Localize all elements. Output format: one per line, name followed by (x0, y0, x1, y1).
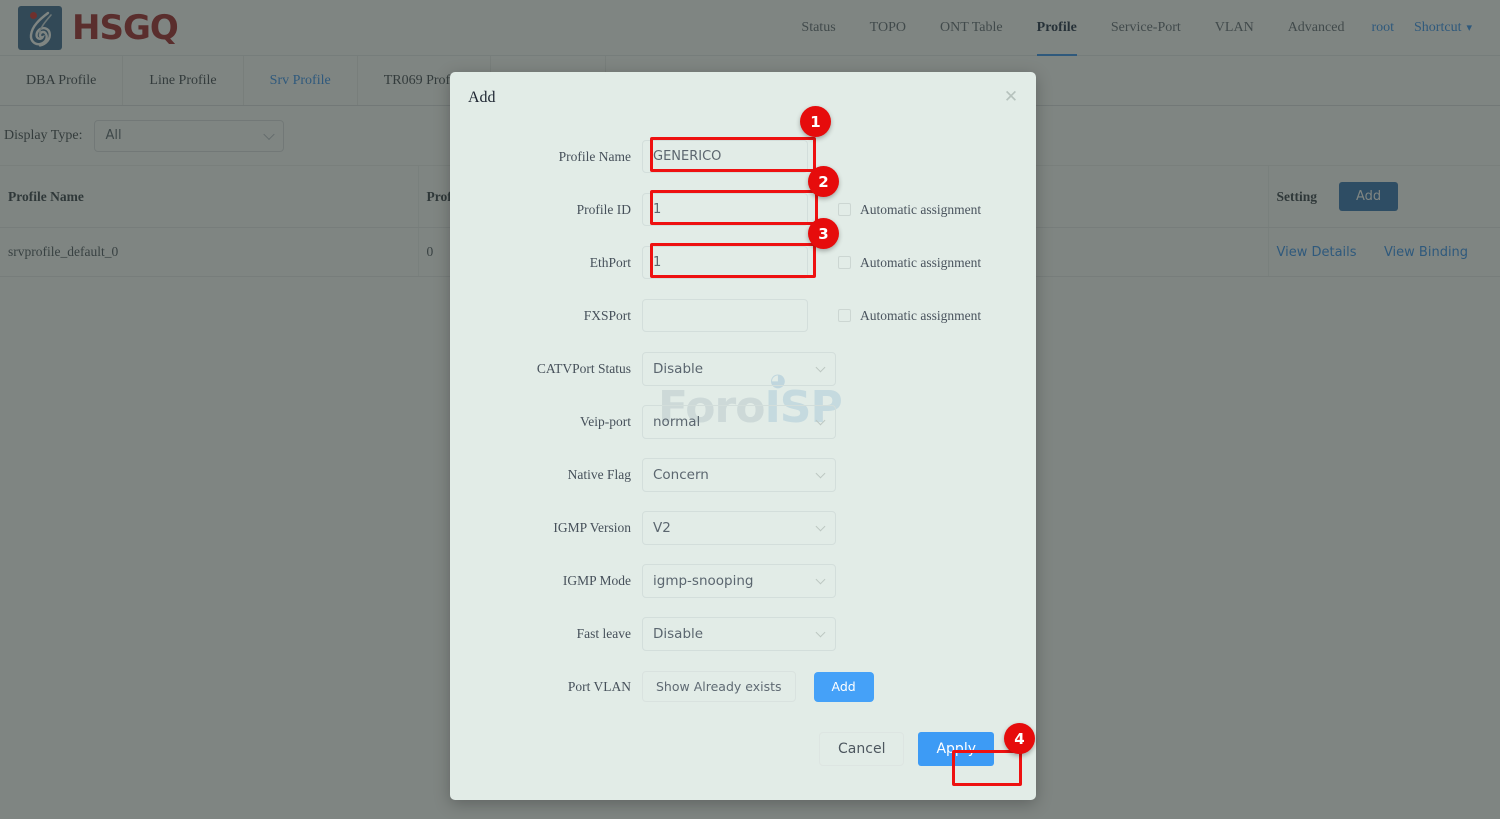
label-profile-name: Profile Name (558, 148, 631, 164)
igmp-version-value: V2 (653, 519, 671, 536)
profile-id-auto-assign-checkbox[interactable]: Automatic assignment (838, 202, 981, 218)
chevron-down-icon (815, 362, 826, 372)
veip-port-select[interactable]: normal (642, 404, 836, 439)
ethport-auto-assign-checkbox[interactable]: Automatic assignment (838, 255, 981, 271)
label-native-flag: Native Flag (567, 466, 631, 482)
control-ethport (642, 246, 808, 279)
profile-id-input[interactable] (642, 193, 808, 226)
profile-id-auto-assign-label: Automatic assignment (860, 201, 982, 217)
dialog-body: Profile Name Profile ID Automatic assign… (450, 124, 1036, 713)
checkbox-box-icon (838, 309, 851, 322)
fast-leave-value: Disable (653, 625, 704, 642)
fast-leave-select[interactable]: Disable (642, 616, 836, 651)
chevron-down-icon (815, 521, 826, 531)
chevron-down-icon (815, 415, 826, 425)
control-fxsport (642, 299, 808, 332)
dialog-header: Add ✕ (450, 72, 1036, 124)
label-catvport-status: CATVPort Status (536, 360, 631, 376)
label-igmp-version: IGMP Version (553, 519, 631, 535)
field-row-igmp-mode: IGMP Mode igmp-snooping (450, 554, 1036, 607)
field-row-profile-id: Profile ID Automatic assignment (450, 183, 1036, 236)
checkbox-box-icon (838, 256, 851, 269)
field-row-veip-port: Veip-port normal (450, 395, 1036, 448)
veip-port-value: normal (653, 413, 701, 430)
chevron-down-icon (815, 468, 826, 478)
checkbox-box-icon (838, 203, 851, 216)
field-row-fxsport: FXSPort Automatic assignment (450, 289, 1036, 342)
label-ethport: EthPort (589, 254, 631, 270)
label-igmp-mode: IGMP Mode (562, 572, 631, 588)
fxsport-input[interactable] (642, 299, 808, 332)
catvport-status-select[interactable]: Disable (642, 351, 836, 386)
igmp-mode-select[interactable]: igmp-snooping (642, 563, 836, 598)
label-profile-id: Profile ID (576, 201, 631, 217)
label-fast-leave: Fast leave (576, 625, 631, 641)
field-row-catvport-status: CATVPort Status Disable (450, 342, 1036, 395)
field-row-profile-name: Profile Name (450, 130, 1036, 183)
apply-button[interactable]: Apply (918, 732, 994, 766)
label-veip-port: Veip-port (580, 413, 631, 429)
field-row-fast-leave: Fast leave Disable (450, 607, 1036, 660)
native-flag-select[interactable]: Concern (642, 457, 836, 492)
igmp-mode-value: igmp-snooping (653, 572, 754, 589)
show-already-exists-button[interactable]: Show Already exists (642, 671, 796, 702)
label-fxsport: FXSPort (583, 307, 631, 323)
add-srv-profile-dialog: Add ✕ ◕ForoISP Profile Name Profile ID A… (450, 72, 1036, 800)
field-row-native-flag: Native Flag Concern (450, 448, 1036, 501)
ethport-auto-assign-label: Automatic assignment (860, 254, 982, 270)
port-vlan-add-button[interactable]: Add (813, 671, 874, 702)
ethport-input[interactable] (642, 246, 808, 279)
profile-name-input[interactable] (642, 140, 808, 173)
field-row-igmp-version: IGMP Version V2 (450, 501, 1036, 554)
cancel-button[interactable]: Cancel (819, 732, 905, 766)
close-icon[interactable]: ✕ (1000, 86, 1022, 108)
chevron-down-icon (815, 627, 826, 637)
fxsport-auto-assign-checkbox[interactable]: Automatic assignment (838, 308, 981, 324)
igmp-version-select[interactable]: V2 (642, 510, 836, 545)
dialog-footer: Cancel Apply (450, 732, 1036, 766)
label-port-vlan: Port VLAN (567, 678, 631, 694)
catvport-status-value: Disable (653, 360, 704, 377)
fxsport-auto-assign-label: Automatic assignment (860, 307, 982, 323)
field-row-port-vlan: Port VLAN Show Already exists Add (450, 660, 1036, 713)
chevron-down-icon (815, 574, 826, 584)
field-row-ethport: EthPort Automatic assignment (450, 236, 1036, 289)
native-flag-value: Concern (653, 466, 709, 483)
control-profile-id (642, 193, 808, 226)
control-profile-name (642, 140, 808, 173)
dialog-title: Add (468, 89, 496, 106)
